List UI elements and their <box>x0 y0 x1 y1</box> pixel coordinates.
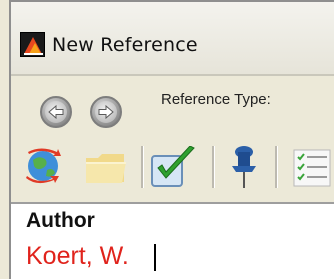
back-button[interactable] <box>40 96 72 128</box>
globe-sync-button[interactable] <box>23 146 65 190</box>
checklist-icon <box>293 149 331 187</box>
folder-button[interactable] <box>84 150 128 190</box>
pushpin-icon <box>232 146 256 188</box>
forward-button[interactable] <box>90 96 122 128</box>
checklist-button[interactable] <box>290 148 334 192</box>
back-arrow-icon <box>48 104 64 120</box>
window-title: New Reference <box>52 34 198 56</box>
author-field-input[interactable] <box>26 239 326 273</box>
reference-type-label: Reference Type: <box>161 91 271 108</box>
forward-arrow-icon <box>98 104 114 120</box>
folder-icon <box>86 154 126 183</box>
toolbar-separator <box>212 146 215 188</box>
checkmark-button[interactable] <box>150 145 198 192</box>
author-field-label: Author <box>26 209 95 232</box>
pushpin-button[interactable] <box>228 144 260 196</box>
app-icon <box>20 32 45 57</box>
checkmark-icon <box>151 145 195 187</box>
globe-sync-icon <box>26 148 61 184</box>
toolbar-separator <box>141 146 144 188</box>
toolbar-separator <box>275 146 278 188</box>
text-caret <box>154 244 156 271</box>
